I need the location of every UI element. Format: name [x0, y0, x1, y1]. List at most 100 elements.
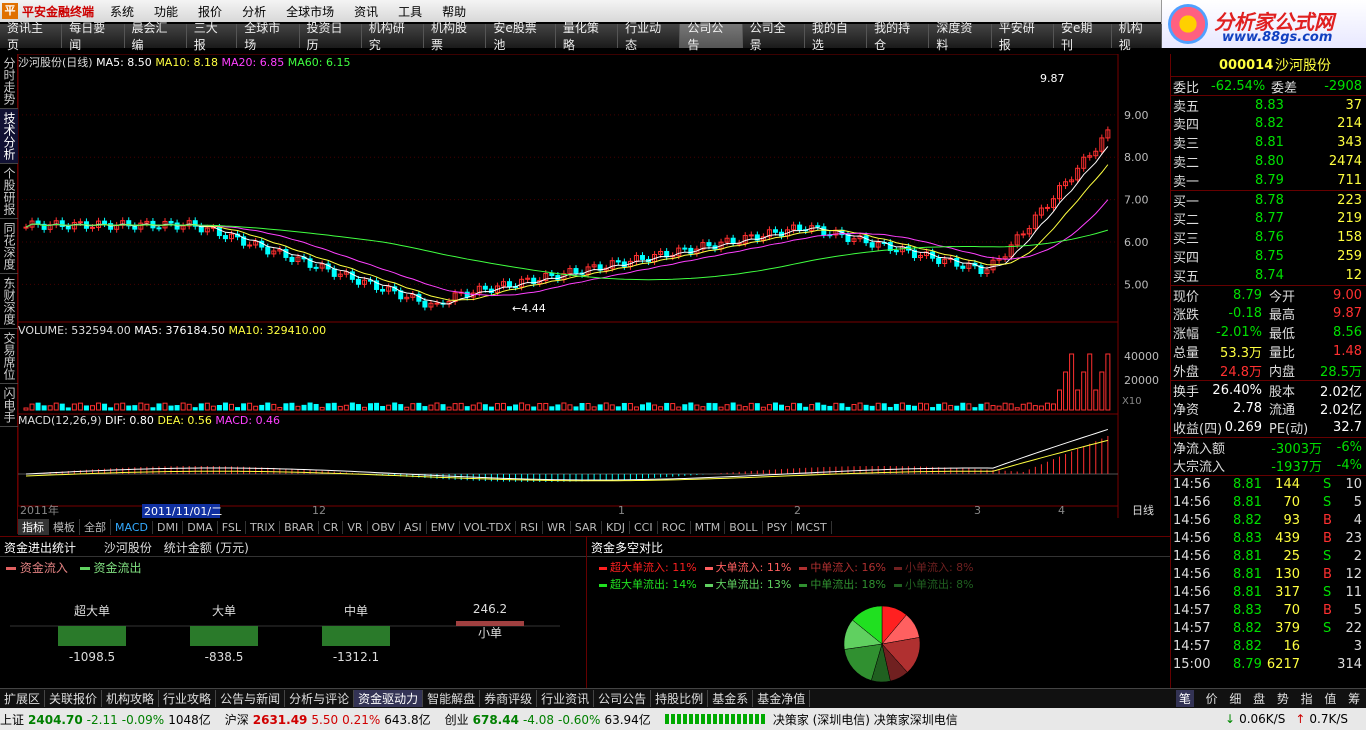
volume-bar — [59, 403, 65, 411]
tab-7[interactable]: 机构股票 — [424, 21, 487, 52]
tab-18[interactable]: 机构视 — [1111, 21, 1163, 52]
indicator-tab-指标[interactable]: 指标 — [18, 519, 49, 535]
tab-2[interactable]: 晨会汇编 — [124, 21, 187, 52]
menu-item-news[interactable]: 资讯 — [344, 3, 388, 20]
indicator-tab-vol-tdx[interactable]: VOL-TDX — [460, 520, 517, 534]
quote-tab-1[interactable]: 价 — [1206, 690, 1218, 707]
menu-item-analysis[interactable]: 分析 — [232, 3, 276, 20]
volume-bar — [259, 404, 265, 411]
tick-side: B — [1323, 512, 1332, 528]
tab-10[interactable]: 行业动态 — [618, 21, 681, 52]
indicator-tab-brar[interactable]: BRAR — [280, 520, 320, 534]
tab-0[interactable]: 资讯主页 — [0, 21, 63, 52]
module-tab-5[interactable]: 分析与评论 — [285, 690, 355, 707]
volume-bar — [108, 407, 114, 411]
module-tab-1[interactable]: 关联报价 — [45, 690, 103, 707]
side-tab-5[interactable]: 交易席位 — [0, 329, 18, 384]
tab-9[interactable]: 量化策略 — [555, 21, 619, 52]
module-tab-9[interactable]: 行业资讯 — [537, 690, 595, 707]
tab-6[interactable]: 机构研究 — [361, 21, 425, 52]
indicator-tab-全部[interactable]: 全部 — [80, 519, 111, 535]
quote-tab-0[interactable]: 笔 — [1175, 690, 1194, 707]
candle-body — [682, 247, 688, 250]
indicator-tab-boll[interactable]: BOLL — [725, 520, 763, 534]
candle-body — [960, 265, 966, 269]
module-tab-13[interactable]: 基金净值 — [753, 690, 811, 707]
indicator-tab-vr[interactable]: VR — [343, 520, 368, 534]
index-quote-0[interactable]: 上证 2404.70 -2.11 -0.09% 1048亿 — [0, 711, 215, 728]
indicator-tab-emv[interactable]: EMV — [427, 520, 460, 534]
quote-tab-5[interactable]: 指 — [1301, 690, 1313, 707]
tab-3[interactable]: 三大报 — [186, 21, 238, 52]
module-tab-4[interactable]: 公告与新闻 — [216, 690, 286, 707]
side-tab-2[interactable]: 个股研报 — [0, 164, 18, 219]
side-tab-0[interactable]: 分时走势 — [0, 54, 18, 109]
volume-bar — [174, 405, 180, 411]
quote-tab-4[interactable]: 势 — [1277, 690, 1289, 707]
module-tab-2[interactable]: 机构攻略 — [102, 690, 160, 707]
volume-bar — [930, 407, 936, 411]
tab-15[interactable]: 深度资料 — [929, 21, 992, 52]
module-tab-3[interactable]: 行业攻略 — [159, 690, 217, 707]
tab-5[interactable]: 投资日历 — [299, 21, 362, 52]
tab-17[interactable]: 安e期刊 — [1053, 21, 1112, 52]
module-tab-10[interactable]: 公司公告 — [594, 690, 652, 707]
volume-bar — [615, 406, 621, 411]
tab-13[interactable]: 我的自选 — [804, 21, 868, 52]
tab-4[interactable]: 全球市场 — [237, 21, 300, 52]
module-tab-6[interactable]: 资金驱动力 — [354, 690, 424, 707]
indicator-tab-dmi[interactable]: DMI — [153, 520, 184, 534]
quote-tab-2[interactable]: 细 — [1229, 690, 1241, 707]
indicator-tab-模板[interactable]: 模板 — [49, 519, 80, 535]
tab-16[interactable]: 平安研报 — [991, 21, 1054, 52]
side-tab-3[interactable]: 同花深度 — [0, 219, 18, 274]
menu-item-quote[interactable]: 报价 — [188, 3, 232, 20]
indicator-tab-obv[interactable]: OBV — [368, 520, 400, 534]
indicator-tab-cr[interactable]: CR — [319, 520, 344, 534]
menu-item-global-market[interactable]: 全球市场 — [276, 3, 344, 20]
x-axis-year: 2011年 — [20, 503, 59, 517]
kline-chart-area[interactable]: 9.00 8.00 7.00 6.00 5.00 9.87 ←4.44 40000 20000 X… — [17, 53, 1170, 518]
tab-12[interactable]: 公司全景 — [742, 21, 805, 52]
indicator-tab-fsl[interactable]: FSL — [218, 520, 246, 534]
indicator-tab-mcst[interactable]: MCST — [792, 520, 832, 534]
indicator-tab-rsi[interactable]: RSI — [516, 520, 544, 534]
tab-11[interactable]: 公司公告 — [680, 21, 743, 52]
indicator-tab-mtm[interactable]: MTM — [691, 520, 726, 534]
menu-item-system[interactable]: 系统 — [100, 3, 144, 20]
indicator-tab-asi[interactable]: ASI — [400, 520, 427, 534]
tab-8[interactable]: 安e股票池 — [486, 21, 556, 52]
side-tab-1[interactable]: 技术分析 — [0, 109, 18, 164]
fund-flow-unit: 统计金额 (万元) — [163, 541, 249, 555]
indicator-tab-sar[interactable]: SAR — [571, 520, 603, 534]
kline-chart-svg[interactable]: 9.00 8.00 7.00 6.00 5.00 9.87 ←4.44 40000 20000 X… — [17, 53, 1170, 518]
module-tab-7[interactable]: 智能解盘 — [423, 690, 481, 707]
quote-tab-6[interactable]: 值 — [1324, 690, 1336, 707]
indicator-tab-dma[interactable]: DMA — [183, 520, 218, 534]
tab-14[interactable]: 我的持仓 — [867, 21, 930, 52]
tab-1[interactable]: 每日要闻 — [62, 21, 125, 52]
weibi-label: 委比 — [1173, 80, 1200, 96]
tick-side: S — [1323, 620, 1332, 636]
side-tab-6[interactable]: 闪电手 — [0, 384, 18, 427]
module-tab-8[interactable]: 券商评级 — [480, 690, 538, 707]
indicator-tab-cci[interactable]: CCI — [630, 520, 658, 534]
module-tab-11[interactable]: 持股比例 — [651, 690, 709, 707]
menu-item-function[interactable]: 功能 — [144, 3, 188, 20]
menu-item-help[interactable]: 帮助 — [432, 3, 476, 20]
index-quote-1[interactable]: 沪深 2631.49 5.50 0.21% 643.8亿 — [225, 711, 435, 728]
indicator-tab-macd[interactable]: MACD — [111, 520, 153, 534]
indicator-tab-trix[interactable]: TRIX — [246, 520, 281, 534]
quote-tab-3[interactable]: 盘 — [1253, 690, 1265, 707]
legend-out-swatch — [79, 567, 90, 570]
indicator-tab-psy[interactable]: PSY — [763, 520, 792, 534]
indicator-tab-roc[interactable]: ROC — [658, 520, 691, 534]
indicator-tab-wr[interactable]: WR — [543, 520, 571, 534]
indicator-tab-kdj[interactable]: KDJ — [602, 520, 630, 534]
module-tab-0[interactable]: 扩展区 — [0, 690, 46, 707]
side-tab-4[interactable]: 东财深度 — [0, 274, 18, 329]
quote-tab-7[interactable]: 筹 — [1348, 690, 1360, 707]
index-quote-2[interactable]: 创业 678.44 -4.08 -0.60% 63.94亿 — [445, 711, 655, 728]
module-tab-12[interactable]: 基金系 — [708, 690, 754, 707]
menu-item-tools[interactable]: 工具 — [388, 3, 432, 20]
